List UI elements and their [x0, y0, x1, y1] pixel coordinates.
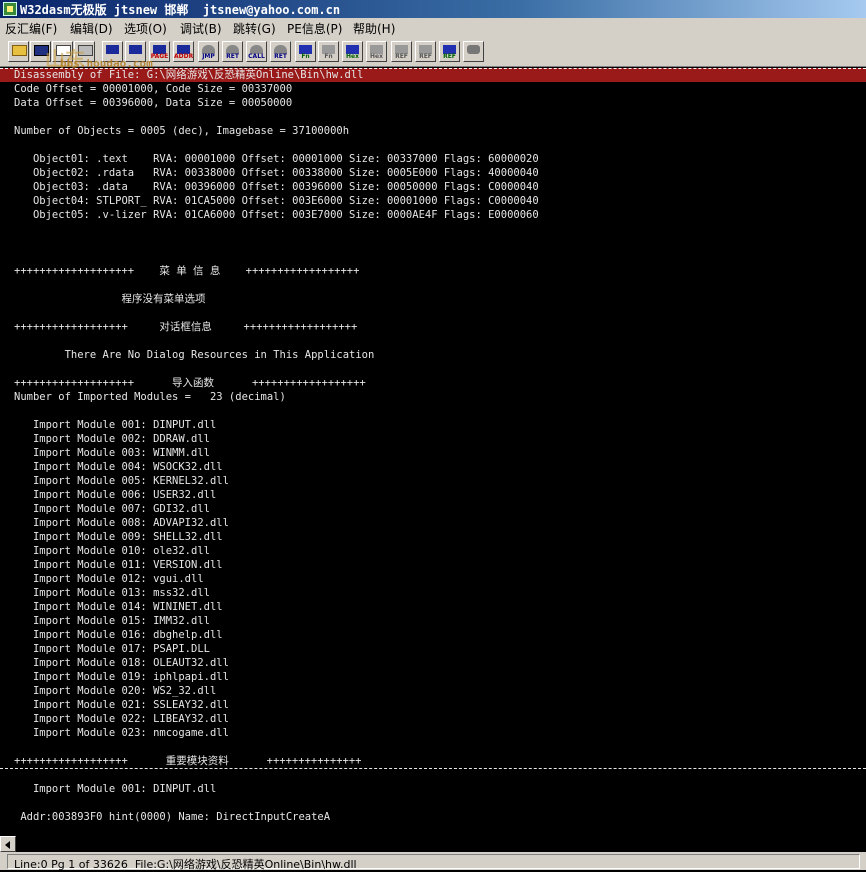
listing-line: Import Module 009: SHELL32.dll	[14, 531, 223, 543]
listing-line: Import Module 011: VERSION.dll	[14, 559, 223, 571]
listing-line: Import Module 006: USER32.dll	[14, 489, 217, 501]
menu-edit[interactable]: 编辑(D)	[70, 20, 113, 37]
printer-icon	[467, 45, 480, 54]
listing-line: Import Module 001: DINPUT.dll	[14, 419, 217, 431]
toolbar-code-hex-button[interactable]: Hex	[366, 41, 387, 62]
toolbar-exports-button[interactable]: Fn	[318, 41, 339, 62]
toolbar-return-call-button[interactable]: RET	[270, 41, 291, 62]
toolbar-open-button[interactable]	[8, 41, 29, 62]
title-bar[interactable]: W32dasm无极版 jtsnew 邯郸 jtsnew@yahoo.com.cn	[0, 0, 866, 18]
toolbar-return-jump-button[interactable]: RET	[222, 41, 243, 62]
listing-line: Addr:003893F0 hint(0000) Name: DirectInp…	[14, 811, 331, 823]
listing-line: Import Module 018: OLEAUT32.dll	[14, 657, 229, 669]
menu-bar: 反汇编(F) 编辑(D) 选项(O) 调试(B) 跳转(G) PE信息(P) 帮…	[0, 18, 866, 38]
return-jump-label: RET	[226, 53, 239, 60]
listing-line: Import Module 002: DDRAW.dll	[14, 433, 210, 445]
listing-line: ++++++++++++++++++ 对话框信息 +++++++++++++++…	[14, 321, 358, 333]
listing-line: Import Module 004: WSOCK32.dll	[14, 461, 223, 473]
listing-line: Number of Imported Modules = 23 (decimal…	[14, 391, 286, 403]
window-title: W32dasm无极版 jtsnew 邯郸 jtsnew@yahoo.com.cn	[20, 3, 341, 17]
menu-debug[interactable]: 调试(B)	[180, 20, 222, 37]
listing-line: Import Module 022: LIBEAY32.dll	[14, 713, 229, 725]
listing-line: 程序没有菜单选项	[14, 293, 206, 305]
listing-line: Import Module 008: ADVAPI32.dll	[14, 517, 229, 529]
toolbar-menu-refs-button[interactable]: REF	[391, 41, 412, 62]
listing-line: Object02: .rdata RVA: 00338000 Offset: 0…	[14, 167, 539, 179]
listing-line: Import Module 005: KERNEL32.dll	[14, 475, 229, 487]
listing-line: +++++++++++++++++++ 导入函数 +++++++++++++++…	[14, 377, 366, 389]
exports-label: Fn	[324, 53, 333, 60]
listing-line: Import Module 023: nmcogame.dll	[14, 727, 229, 739]
disassembly-header-line: Disassembly of File: G:\网络游戏\反恐精英Online\…	[14, 69, 364, 81]
code-hex-label: Hex	[370, 53, 383, 60]
toolbar-execute-jump-button[interactable]: JMP	[198, 41, 219, 62]
listing-line: Import Module 016: dbghelp.dll	[14, 629, 223, 641]
menu-pe-info[interactable]: PE信息(P)	[287, 20, 342, 37]
menu-goto[interactable]: 跳转(G)	[233, 20, 276, 37]
dialog-refs-label: REF	[419, 53, 432, 60]
toolbar-print-text-button[interactable]	[463, 41, 484, 62]
menu-options[interactable]: 选项(O)	[124, 20, 167, 37]
return-call-label: RET	[274, 53, 287, 60]
listing-line: Import Module 014: WININET.dll	[14, 601, 223, 613]
scroll-left-button[interactable]	[0, 836, 16, 852]
listing-line: There Are No Dialog Resources in This Ap…	[14, 349, 375, 361]
listing-line: Object03: .data RVA: 00396000 Offset: 00…	[14, 181, 539, 193]
disassembly-listing[interactable]: Disassembly of File: G:\网络游戏\反恐精英Online\…	[0, 68, 866, 836]
listing-line: Import Module 020: WS2_32.dll	[14, 685, 217, 697]
toolbar-data-hex-button[interactable]: Hex	[342, 41, 363, 62]
listing-line: Number of Objects = 0005 (dec), Imagebas…	[14, 125, 350, 137]
app-icon[interactable]	[3, 2, 17, 16]
listing-line: Object04: STLPORT_ RVA: 01CA5000 Offset:…	[14, 195, 539, 207]
listing-line: Object01: .text RVA: 00001000 Offset: 00…	[14, 153, 539, 165]
listing-line: Import Module 001: DINPUT.dll	[14, 783, 217, 795]
listing-line: Import Module 012: vgui.dll	[14, 573, 204, 585]
toolbar-dialog-refs-button[interactable]: REF	[415, 41, 436, 62]
string-refs-label: REF	[443, 53, 456, 60]
folder-open-icon	[12, 45, 27, 56]
listing-line: Code Offset = 00001000, Code Size = 0033…	[14, 83, 293, 95]
data-hex-label: Hex	[346, 53, 359, 60]
listing-line: ++++++++++++++++++ 重要模块资料 ++++++++++++++…	[14, 755, 362, 767]
listing-line: Import Module 003: WINMM.dll	[14, 447, 210, 459]
menu-help[interactable]: 帮助(H)	[353, 20, 395, 37]
listing-line: Data Offset = 00396000, Data Size = 0005…	[14, 97, 293, 109]
toolbar-goto-address-button[interactable]: ADDR	[173, 41, 194, 62]
toolbar-string-refs-button[interactable]: REF	[439, 41, 460, 62]
execute-call-label: CALL	[248, 53, 265, 60]
toolbar-imports-button[interactable]: Fn	[295, 41, 316, 62]
listing-line: +++++++++++++++++++ 菜 单 信 息 ++++++++++++…	[14, 265, 360, 277]
section-separator	[0, 768, 866, 769]
toolbar-execute-call-button[interactable]: CALL	[246, 41, 267, 62]
listing-line: Import Module 010: ole32.dll	[14, 545, 210, 557]
listing-line: Import Module 019: iphlpapi.dll	[14, 671, 229, 683]
listing-line: Object05: .v-lizer RVA: 01CA6000 Offset:…	[14, 209, 539, 221]
execute-jump-label: JMP	[202, 53, 215, 60]
listing-line: Import Module 021: SSLEAY32.dll	[14, 699, 229, 711]
menu-disassembler[interactable]: 反汇编(F)	[5, 20, 57, 37]
status-pane: Line:0 Pg 1 of 33626 File:G:\网络游戏\反恐精英On…	[7, 854, 860, 871]
scroll-track[interactable]	[16, 836, 866, 852]
imports-label: Fn	[301, 53, 310, 60]
status-bar: Line:0 Pg 1 of 33626 File:G:\网络游戏\反恐精英On…	[0, 853, 866, 871]
listing-line: Import Module 015: IMM32.dll	[14, 615, 210, 627]
listing-line: Import Module 017: PSAPI.DLL	[14, 643, 210, 655]
goto-address-label: ADDR	[174, 53, 194, 60]
horizontal-scrollbar[interactable]	[0, 836, 866, 853]
menu-refs-label: REF	[395, 53, 408, 60]
listing-line: Import Module 007: GDI32.dll	[14, 503, 210, 515]
listing-line: Import Module 013: mss32.dll	[14, 587, 210, 599]
